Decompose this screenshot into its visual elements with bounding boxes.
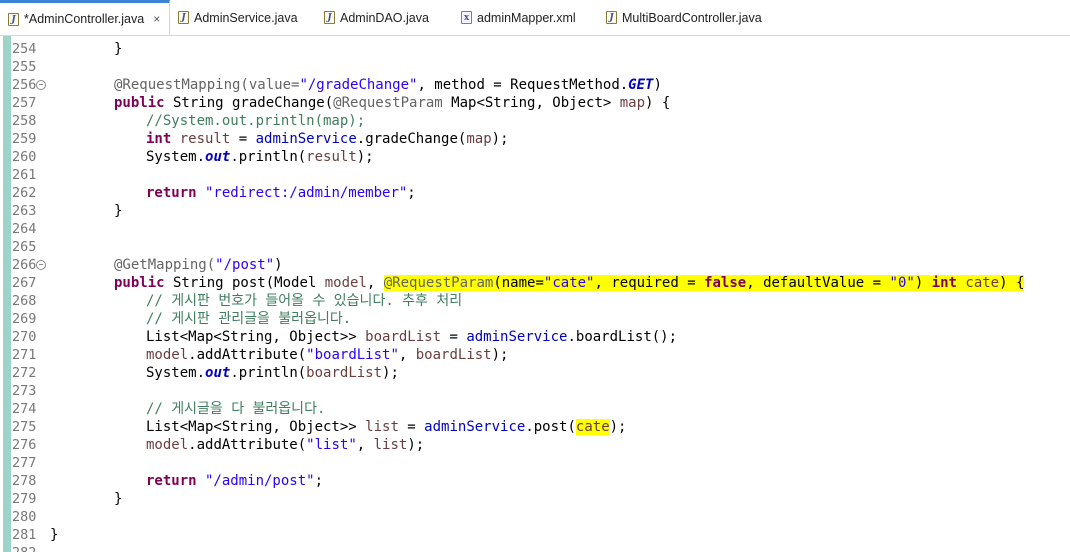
code-line: 263 } [0,202,1070,220]
code-line: 256 − @RequestMapping(value="/gradeChang… [0,76,1070,94]
line-number: 259 [12,131,37,147]
code-text: public String post(Model model, @Request… [114,275,1025,291]
tab-admin-dao[interactable]: J AdminDAO.java [316,0,453,35]
tab-admin-controller[interactable]: J *AdminController.java × [0,0,170,35]
code-line: 257 public String gradeChange(@RequestPa… [0,94,1070,112]
line-number: 258 [12,113,37,129]
fold-collapse-icon[interactable]: − [36,80,46,90]
line-number: 278 [12,473,37,489]
line-number: 269 [12,311,37,327]
tab-admin-service[interactable]: J AdminService.java [170,0,316,35]
line-number: 267 [12,275,37,291]
code-line: 282 [0,544,1070,552]
code-text: @RequestMapping(value="/gradeChange", me… [114,77,662,93]
line-number: 257 [12,95,37,111]
tab-label: AdminService.java [194,10,298,25]
code-text: } [50,527,59,543]
line-number: 274 [12,401,37,417]
tab-label: adminMapper.xml [477,10,576,25]
code-line: 262 return "redirect:/admin/member"; [0,184,1070,202]
code-line: 280 [0,508,1070,526]
occurrence-highlight: cate [575,419,610,435]
code-line: 269 // 게시판 관리글을 불러옵니다. [0,310,1070,328]
line-number: 262 [12,185,37,201]
code-line: 275 List<Map<String, Object>> list = adm… [0,418,1070,436]
search-highlight: @RequestParam(name="cate", required = fa… [383,275,1025,291]
java-file-icon: J [324,11,335,24]
code-comment: // 게시판 번호가 들어올 수 있습니다. 추후 처리 [146,293,463,309]
java-file-icon: J [606,11,617,24]
code-line: 264 [0,220,1070,238]
code-line: 272 System.out.println(boardList); [0,364,1070,382]
code-line: 281 } [0,526,1070,544]
code-line: 265 [0,238,1070,256]
code-text: System.out.println(boardList); [146,365,399,381]
line-number: 260 [12,149,37,165]
line-number: 281 [12,527,37,543]
line-number: 273 [12,383,37,399]
xml-file-icon: x [461,11,472,24]
code-comment: // 게시글을 다 불러옵니다. [146,401,326,417]
code-line: 270 List<Map<String, Object>> boardList … [0,328,1070,346]
line-number: 272 [12,365,37,381]
code-line: 273 [0,382,1070,400]
tab-label: *AdminController.java [24,12,145,26]
code-text: return "/admin/post"; [146,473,324,489]
code-comment: //System.out.println(map); [146,113,366,129]
line-number: 279 [12,491,37,507]
line-number: 268 [12,293,37,309]
code-line: 254 } [0,40,1070,58]
code-text: System.out.println(result); [146,149,374,165]
line-number: 263 [12,203,37,219]
code-comment: // 게시판 관리글을 불러옵니다. [146,311,352,327]
line-number: 264 [12,221,37,237]
line-number: 261 [12,167,37,183]
code-text: } [114,491,123,507]
line-number: 271 [12,347,37,363]
code-editor[interactable]: 254 } 255 256 − @RequestMapping(value="/… [0,36,1070,552]
line-number: 277 [12,455,37,471]
code-line: 276 model.addAttribute("list", list); [0,436,1070,454]
code-line: 277 [0,454,1070,472]
fold-collapse-icon[interactable]: − [36,260,46,270]
tab-label: MultiBoardController.java [622,10,762,25]
code-line: 274 // 게시글을 다 불러옵니다. [0,400,1070,418]
code-line: 267 public String post(Model model, @Req… [0,274,1070,292]
code-text: model.addAttribute("list", list); [146,437,425,453]
code-text: model.addAttribute("boardList", boardLis… [146,347,509,363]
code-text: int result = adminService.gradeChange(ma… [146,131,509,147]
line-number: 254 [12,41,37,57]
code-text: } [114,41,123,57]
line-number: 280 [12,509,37,525]
code-line: 259 int result = adminService.gradeChang… [0,130,1070,148]
java-file-icon: J [8,12,19,26]
tab-label: AdminDAO.java [340,10,429,25]
code-line: 268 // 게시판 번호가 들어올 수 있습니다. 추후 처리 [0,292,1070,310]
code-line: 279 } [0,490,1070,508]
code-line: 266 − @GetMapping("/post") [0,256,1070,274]
code-line: 271 model.addAttribute("boardList", boar… [0,346,1070,364]
code-text: List<Map<String, Object>> list = adminSe… [146,419,627,435]
code-line: 260 System.out.println(result); [0,148,1070,166]
editor-tab-bar: J *AdminController.java × J AdminService… [0,0,1070,36]
line-number: 275 [12,419,37,435]
code-line: 278 return "/admin/post"; [0,472,1070,490]
close-icon[interactable]: × [153,12,160,26]
line-number: 255 [12,59,37,75]
code-text: List<Map<String, Object>> boardList = ad… [146,329,678,345]
code-text: return "redirect:/admin/member"; [146,185,416,201]
tab-admin-mapper[interactable]: x adminMapper.xml [453,0,598,35]
code-text: public String gradeChange(@RequestParam … [114,95,671,111]
line-number: 276 [12,437,37,453]
line-number: 270 [12,329,37,345]
java-file-icon: J [178,11,189,24]
code-line: 258 //System.out.println(map); [0,112,1070,130]
tab-multi-board-controller[interactable]: J MultiBoardController.java [598,0,788,35]
code-text: } [114,203,123,219]
code-line: 255 [0,58,1070,76]
code-text: @GetMapping("/post") [114,257,283,273]
line-number: 282 [12,544,40,552]
code-line: 261 [0,166,1070,184]
line-number: 265 [12,239,37,255]
